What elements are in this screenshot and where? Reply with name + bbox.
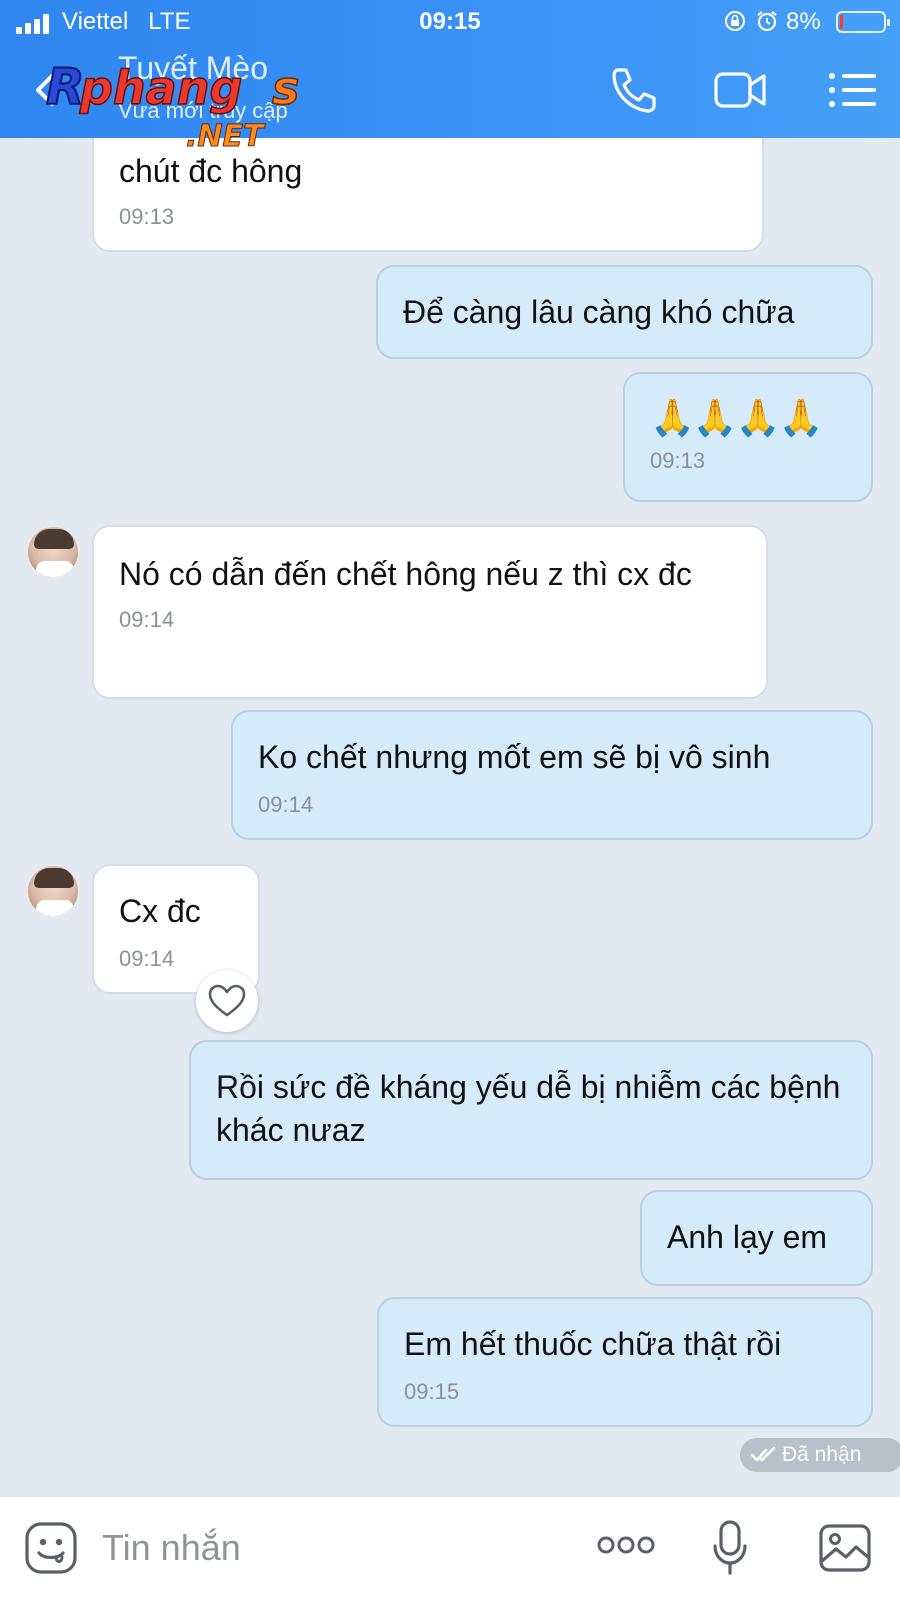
svg-text:.NET: .NET xyxy=(186,119,266,151)
message-text: Rồi sức đề kháng yếu dễ bị nhiễm các bện… xyxy=(216,1069,841,1148)
message-input[interactable] xyxy=(102,1525,542,1571)
message-bubble-outgoing[interactable]: Anh lạy em xyxy=(640,1190,873,1286)
message-text: Cx đc xyxy=(119,893,201,929)
message-time: 09:14 xyxy=(258,792,314,817)
react-button[interactable] xyxy=(196,970,258,1032)
message-bubble-outgoing[interactable]: Để càng lâu càng khó chữa xyxy=(376,265,873,359)
message-time: 09:13 xyxy=(650,448,706,473)
chat-header: Viettel LTE 09:15 8% Tuyết Mèo Vừa mới t… xyxy=(0,0,900,151)
battery-level xyxy=(840,15,843,29)
message-text: Để càng lâu càng khó chữa xyxy=(403,294,795,330)
message-time: 09:13 xyxy=(119,204,175,229)
message-text: Ko chết nhưng mốt em sẽ bị vô sinh xyxy=(258,739,771,775)
delivery-status-text: Đã nhận xyxy=(782,1443,862,1466)
battery-percent: 8% xyxy=(786,8,821,35)
svg-text:phang: phang xyxy=(79,61,242,115)
message-text: Anh lạy em xyxy=(667,1219,828,1255)
message-bubble-incoming[interactable]: Nó có dẫn đến chết hông nếu z thì cx đc … xyxy=(92,525,768,699)
contact-avatar[interactable] xyxy=(26,525,80,579)
contact-avatar[interactable] xyxy=(26,864,80,918)
message-bubble-outgoing[interactable]: Em hết thuốc chữa thật rồi 09:15 xyxy=(377,1297,873,1427)
microphone-icon[interactable] xyxy=(712,1519,748,1577)
alarm-icon xyxy=(757,11,777,32)
rotation-lock-icon xyxy=(725,11,745,31)
watermark-logo: R phang s .NET xyxy=(45,57,300,151)
video-call-icon[interactable] xyxy=(712,64,768,116)
message-text: chút đc hông xyxy=(119,153,303,189)
message-time: 09:14 xyxy=(119,946,175,971)
message-time: 09:14 xyxy=(119,607,175,632)
battery-icon xyxy=(836,11,890,33)
message-text: Nó có dẫn đến chết hông nếu z thì cx đc xyxy=(119,556,692,592)
phone-icon[interactable] xyxy=(606,64,662,116)
message-text: 🙏🙏🙏🙏 xyxy=(650,397,823,438)
message-input-bar xyxy=(0,1496,900,1600)
menu-icon[interactable] xyxy=(826,64,882,116)
svg-text:R: R xyxy=(46,58,85,116)
status-bar: Viettel LTE 09:15 8% xyxy=(0,8,900,38)
svg-text:s: s xyxy=(272,61,299,115)
message-text: Em hết thuốc chữa thật rồi xyxy=(404,1326,782,1362)
sticker-icon[interactable] xyxy=(24,1521,78,1575)
heart-icon xyxy=(208,984,246,1017)
message-time: 09:15 xyxy=(404,1379,460,1404)
message-bubble-outgoing[interactable]: 🙏🙏🙏🙏 09:13 xyxy=(623,372,873,502)
double-check-icon xyxy=(750,1446,776,1462)
delivery-status-badge: Đã nhận xyxy=(740,1438,900,1472)
message-bubble-outgoing[interactable]: Ko chết nhưng mốt em sẽ bị vô sinh 09:14 xyxy=(231,710,873,840)
more-options-icon[interactable] xyxy=(596,1533,656,1557)
image-icon[interactable] xyxy=(818,1523,872,1573)
message-bubble-outgoing[interactable]: Rồi sức đề kháng yếu dễ bị nhiễm các bện… xyxy=(189,1040,873,1180)
